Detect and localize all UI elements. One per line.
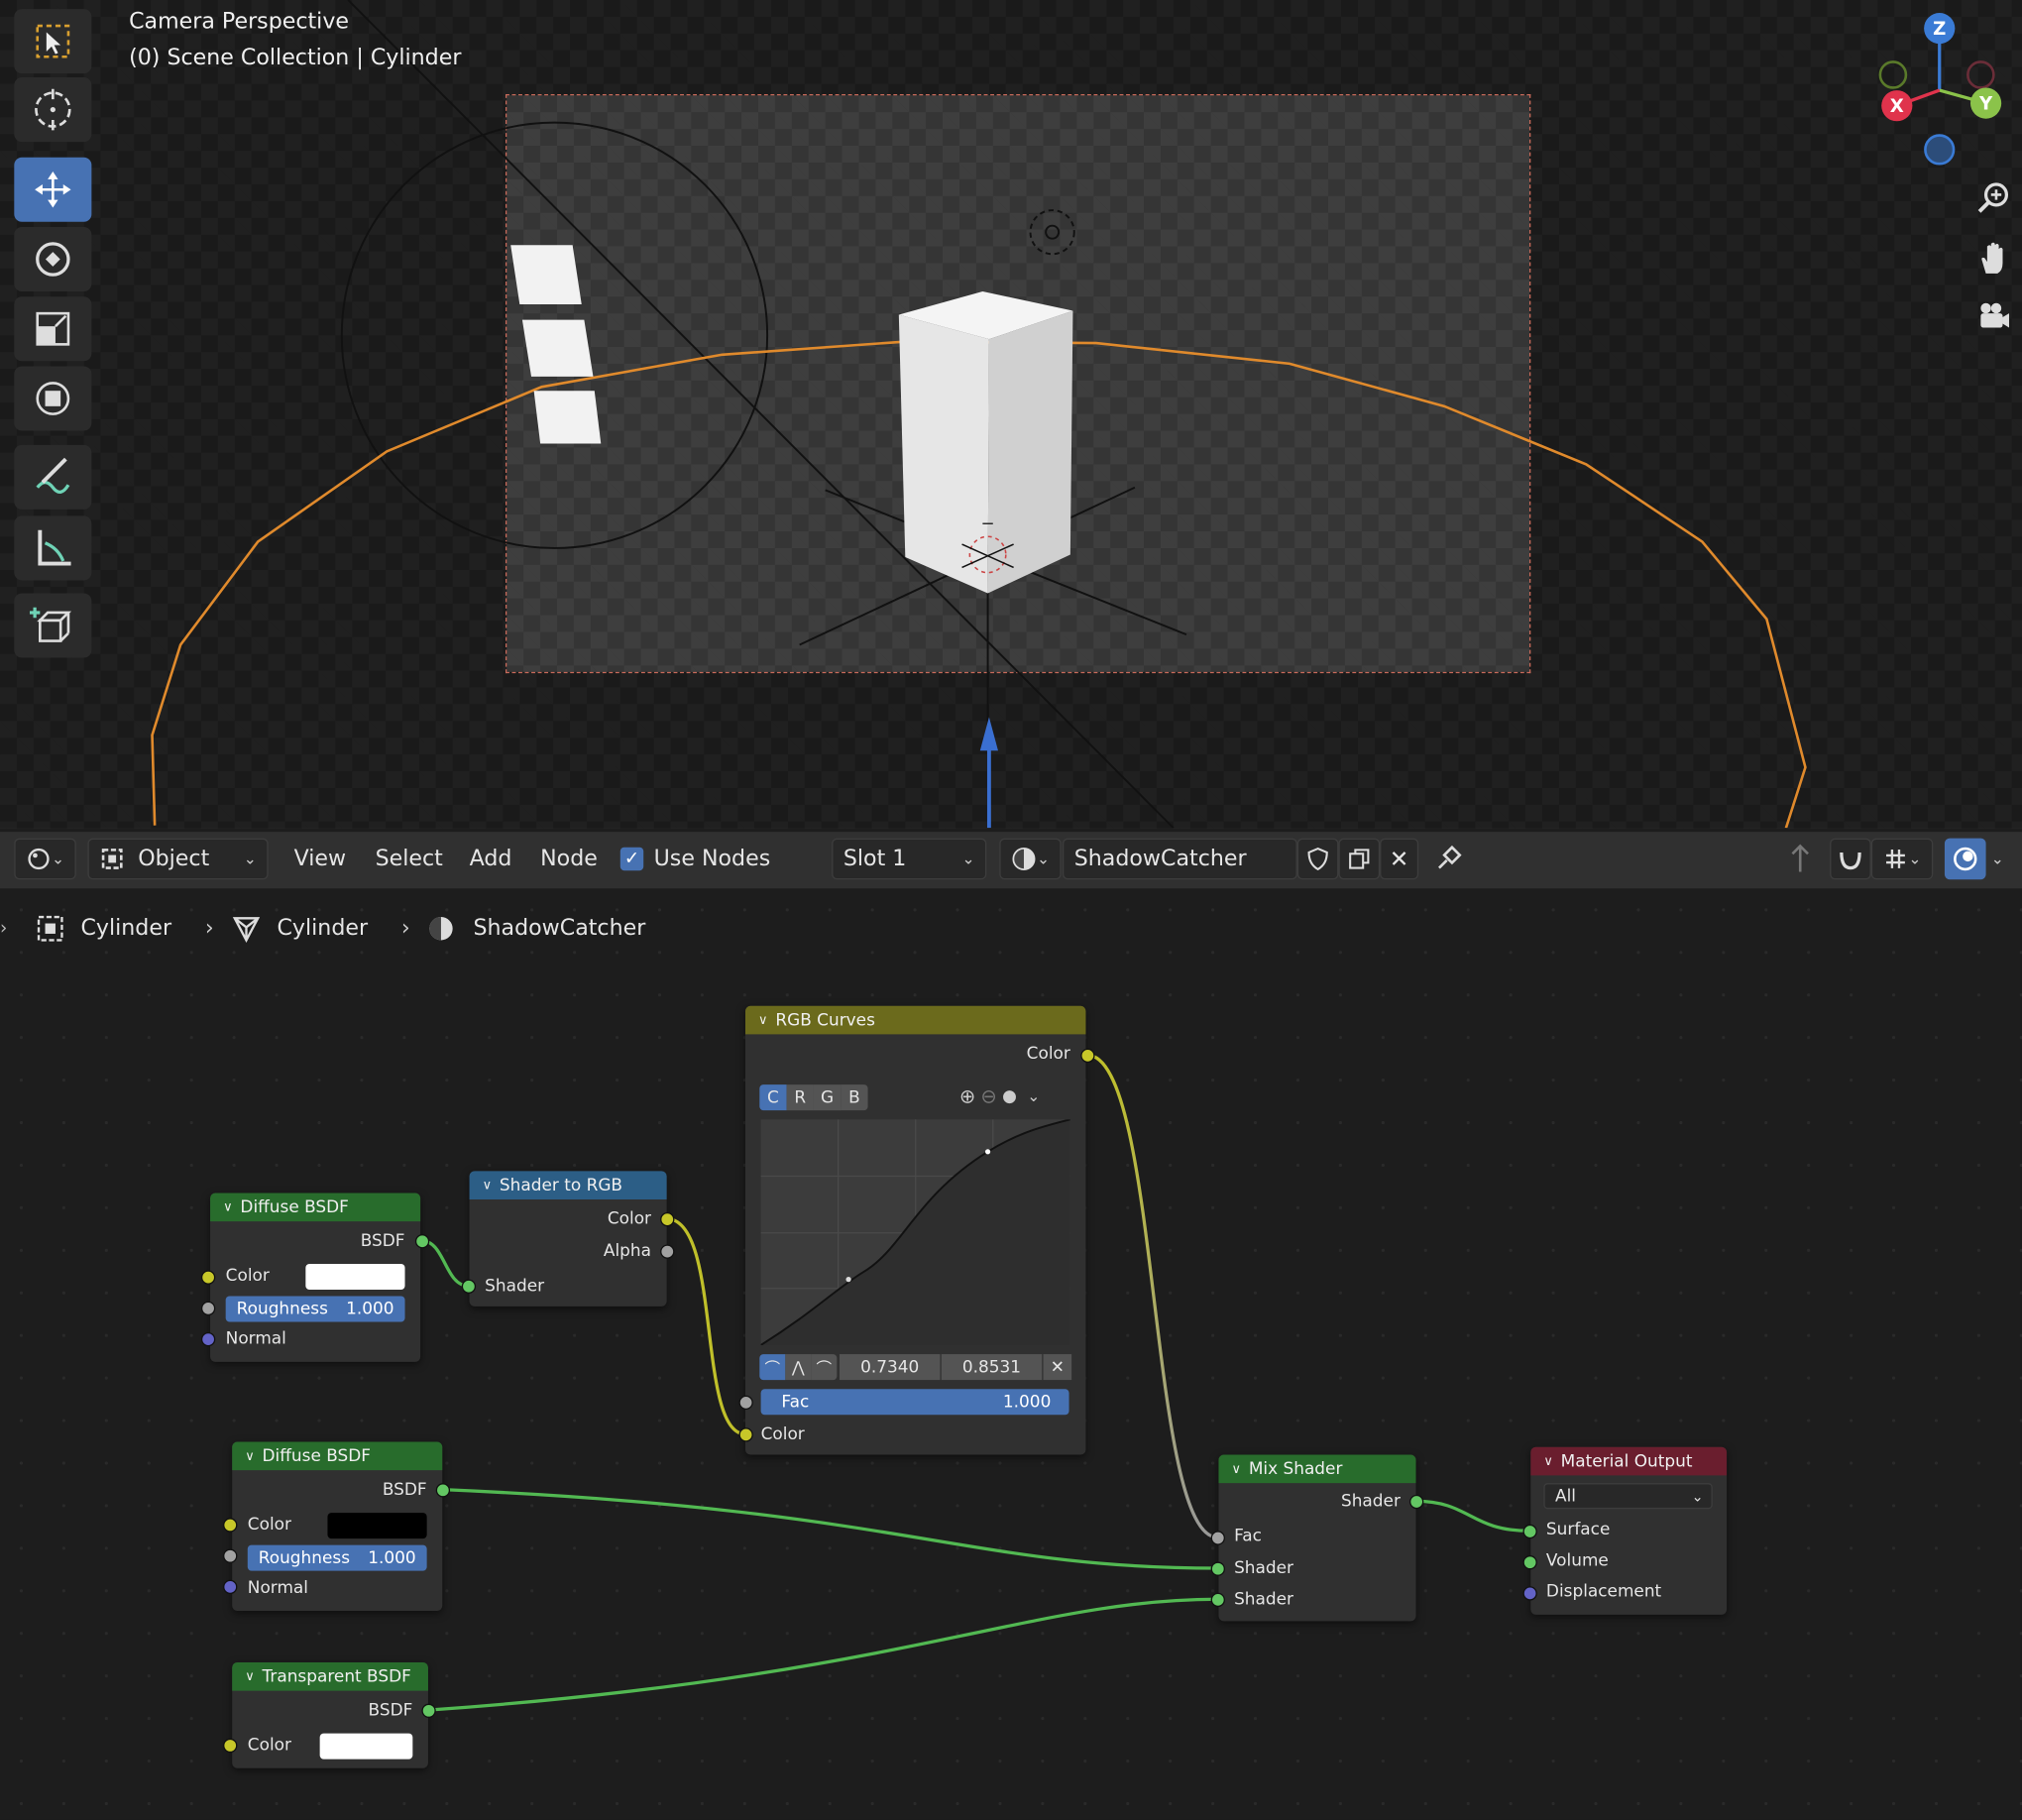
input-normal-label: Normal	[225, 1329, 286, 1349]
bsdf-output-socket[interactable]	[421, 1703, 436, 1718]
rgb-curves-node[interactable]: ∨ RGB Curves Color C R G B ⊕ ⊖ ● ⌄ ⌒ ⋀ ⌒ …	[744, 1005, 1086, 1455]
surface-input-socket[interactable]	[1522, 1524, 1537, 1539]
auto-clamped-handle-icon[interactable]: ⌒	[811, 1354, 838, 1381]
shader-to-rgb-node[interactable]: ∨ Shader to RGB Color Alpha Shader	[469, 1171, 667, 1307]
collapse-arrow-icon[interactable]: ∨	[245, 1669, 255, 1683]
fac-slider[interactable]: Fac 1.000	[760, 1389, 1069, 1416]
normal-input-socket[interactable]	[223, 1579, 238, 1595]
node-title: Transparent BSDF	[262, 1666, 411, 1687]
node-title: Diffuse BSDF	[262, 1446, 372, 1466]
channel-b-button[interactable]: B	[841, 1084, 868, 1111]
shader-output-socket[interactable]	[1409, 1494, 1424, 1510]
node-title: RGB Curves	[775, 1010, 875, 1030]
color-swatch[interactable]	[327, 1513, 427, 1539]
channel-r-button[interactable]: R	[786, 1084, 814, 1111]
zoom-in-icon[interactable]: ⊕	[959, 1084, 975, 1107]
vector-handle-icon[interactable]: ⋀	[785, 1354, 812, 1381]
output-color-label: Color	[607, 1209, 652, 1229]
input-shader1-label: Shader	[1234, 1558, 1294, 1579]
displacement-input-socket[interactable]	[1522, 1586, 1537, 1601]
fac-input-socket[interactable]	[1210, 1531, 1225, 1545]
roughness-label: Roughness	[236, 1299, 328, 1319]
input-fac-label: Fac	[1234, 1527, 1262, 1546]
input-shader2-label: Shader	[1234, 1590, 1294, 1610]
collapse-arrow-icon[interactable]: ∨	[1543, 1454, 1553, 1468]
output-bsdf-label: BSDF	[360, 1231, 405, 1251]
channel-c-button[interactable]: C	[759, 1084, 787, 1111]
input-color-label: Color	[760, 1424, 805, 1445]
color-output-socket[interactable]	[660, 1211, 675, 1227]
point-y-field[interactable]: 0.8531	[941, 1354, 1043, 1381]
mix-shader-node[interactable]: ∨ Mix Shader Shader Fac Shader Shader	[1218, 1454, 1416, 1622]
output-bsdf-label: BSDF	[382, 1480, 427, 1501]
input-color-label: Color	[225, 1266, 270, 1287]
node-title: Mix Shader	[1248, 1459, 1343, 1479]
material-output-node[interactable]: ∨ Material Output All ⌄ Surface Volume Di…	[1530, 1446, 1728, 1615]
output-color-label: Color	[1026, 1044, 1070, 1065]
shader-input-socket[interactable]	[461, 1279, 477, 1294]
point-x-field[interactable]: 0.7340	[839, 1354, 941, 1381]
fac-value: 1.000	[1002, 1392, 1052, 1412]
output-bsdf-label: BSDF	[368, 1701, 413, 1721]
node-title: Material Output	[1560, 1451, 1693, 1471]
color-output-socket[interactable]	[1080, 1048, 1095, 1064]
transparent-bsdf-node[interactable]: ∨ Transparent BSDF BSDF Color	[232, 1662, 428, 1768]
output-shader-label: Shader	[1340, 1492, 1401, 1512]
input-surface-label: Surface	[1545, 1520, 1611, 1540]
roughness-input-socket[interactable]	[223, 1548, 238, 1563]
node-title: Shader to RGB	[499, 1175, 623, 1195]
roughness-slider[interactable]: Roughness 1.000	[247, 1544, 427, 1571]
collapse-arrow-icon[interactable]: ∨	[1231, 1462, 1241, 1476]
chevron-down-icon: ⌄	[1691, 1487, 1704, 1505]
target-dropdown[interactable]: All ⌄	[1543, 1483, 1713, 1510]
color-input-socket[interactable]	[200, 1270, 216, 1285]
target-value: All	[1555, 1486, 1577, 1506]
diffuse-bsdf-node[interactable]: ∨ Diffuse BSDF BSDF Color Roughness 1.000 …	[210, 1193, 421, 1362]
clipping-icon[interactable]: ●	[1002, 1086, 1017, 1106]
bsdf-output-socket[interactable]	[435, 1483, 451, 1498]
input-displacement-label: Displacement	[1545, 1582, 1662, 1602]
input-normal-label: Normal	[247, 1578, 309, 1598]
fac-label: Fac	[781, 1392, 810, 1412]
roughness-input-socket[interactable]	[200, 1301, 216, 1316]
collapse-arrow-icon[interactable]: ∨	[483, 1178, 493, 1192]
normal-input-socket[interactable]	[200, 1331, 216, 1347]
collapse-arrow-icon[interactable]: ∨	[245, 1449, 255, 1463]
auto-handle-icon[interactable]: ⌒	[759, 1354, 786, 1381]
color-swatch[interactable]	[319, 1733, 413, 1760]
delete-point-icon[interactable]: ✕	[1043, 1354, 1072, 1381]
shader1-input-socket[interactable]	[1210, 1561, 1225, 1576]
collapse-arrow-icon[interactable]: ∨	[758, 1013, 768, 1027]
input-volume-label: Volume	[1545, 1551, 1609, 1571]
curve-graph[interactable]	[760, 1119, 1070, 1345]
shader2-input-socket[interactable]	[1210, 1592, 1225, 1608]
bsdf-output-socket[interactable]	[414, 1234, 430, 1249]
color-input-socket[interactable]	[738, 1427, 753, 1442]
roughness-label: Roughness	[258, 1547, 351, 1568]
node-title: Diffuse BSDF	[240, 1196, 349, 1217]
input-color-label: Color	[247, 1515, 291, 1536]
output-alpha-label: Alpha	[603, 1241, 652, 1262]
diffuse-bsdf-node-2[interactable]: ∨ Diffuse BSDF BSDF Color Roughness 1.000 …	[232, 1441, 443, 1611]
input-color-label: Color	[247, 1736, 291, 1756]
alpha-output-socket[interactable]	[660, 1244, 675, 1259]
zoom-out-icon[interactable]: ⊖	[981, 1084, 997, 1107]
fac-input-socket[interactable]	[738, 1395, 753, 1411]
collapse-arrow-icon[interactable]: ∨	[223, 1200, 233, 1214]
color-input-socket[interactable]	[223, 1738, 238, 1754]
roughness-value: 1.000	[346, 1299, 394, 1319]
chevron-down-icon[interactable]: ⌄	[1027, 1087, 1040, 1105]
volume-input-socket[interactable]	[1522, 1555, 1537, 1570]
roughness-value: 1.000	[368, 1547, 416, 1568]
roughness-slider[interactable]: Roughness 1.000	[225, 1296, 405, 1322]
color-swatch[interactable]	[305, 1263, 405, 1291]
channel-g-button[interactable]: G	[813, 1084, 842, 1111]
color-input-socket[interactable]	[223, 1518, 238, 1533]
input-shader-label: Shader	[485, 1277, 545, 1297]
